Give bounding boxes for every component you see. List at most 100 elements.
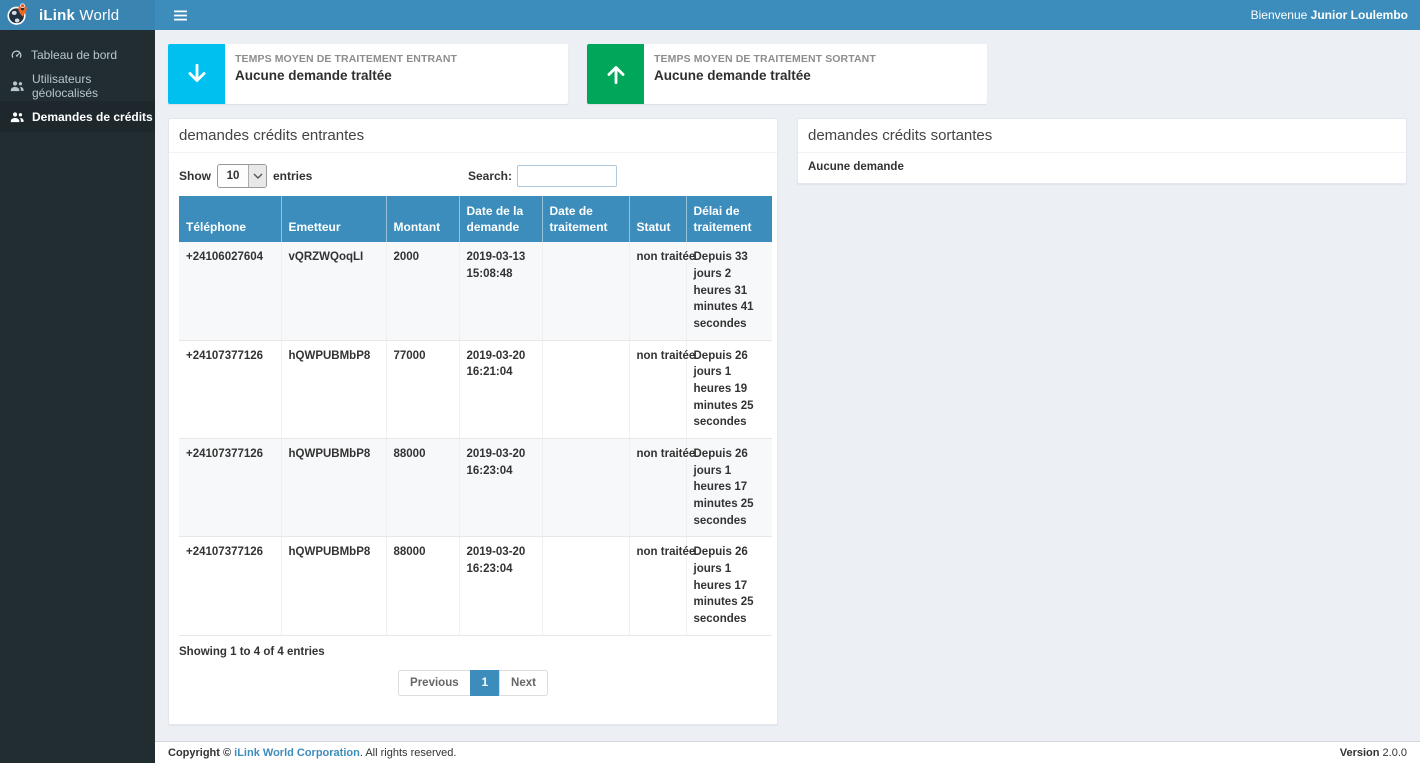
cell-date-demande: 2019-03-20 16:23:04 <box>459 439 542 537</box>
cell-date-traitement <box>542 537 629 635</box>
sidebar-item-utilisateurs-geolocalises[interactable]: Utilisateurs géolocalisés <box>0 70 155 101</box>
page-length-select[interactable]: 10 <box>217 164 267 188</box>
arrow-down-icon <box>184 61 210 87</box>
column-header-date-demande[interactable]: Date de la demande <box>459 196 542 242</box>
card-title: TEMPS MOYEN DE TRAITEMENT SORTANT <box>654 53 876 65</box>
search-label: Search: <box>468 169 512 183</box>
sidebar-item-demandes-de-credits[interactable]: Demandes de crédits <box>0 101 155 132</box>
table-row: +24107377126 hQWPUBMbP8 88000 2019-03-20… <box>179 537 772 635</box>
show-label: Show <box>179 169 211 183</box>
cell-statut: non traitée <box>629 537 686 635</box>
cell-delai: Depuis 26 jours 1 heures 19 minutes 25 s… <box>686 340 772 438</box>
sidebar-item-tableau-de-bord[interactable]: Tableau de bord <box>0 39 155 70</box>
empty-message: Aucune demande <box>808 161 1396 173</box>
cell-telephone: +24107377126 <box>179 340 281 438</box>
page-length-value: 10 <box>218 165 248 187</box>
cell-statut: non traitée <box>629 439 686 537</box>
version-label: Version <box>1340 747 1380 759</box>
company-link[interactable]: iLink World Corporation <box>234 747 360 759</box>
cell-emetteur: hQWPUBMbP8 <box>281 439 386 537</box>
table-header-row: Téléphone Emetteur Montant Date de la de… <box>179 196 772 242</box>
panel-demandes-sortantes: demandes crédits sortantes Aucune demand… <box>797 118 1407 184</box>
sidebar-item-label: Utilisateurs géolocalisés <box>32 72 155 100</box>
column-header-delai-traitement[interactable]: Délai de traitement <box>686 196 772 242</box>
globe-pin-logo-icon <box>6 3 30 27</box>
table-info: Showing 1 to 4 of 4 entries <box>179 636 767 658</box>
rights-text: . All rights reserved. <box>360 747 457 759</box>
sidebar: Tableau de bord Utilisateurs géolocalisé… <box>0 30 155 763</box>
cell-date-traitement <box>542 439 629 537</box>
brand-logo[interactable]: iLink World <box>0 0 155 30</box>
cell-telephone: +24106027604 <box>179 242 281 340</box>
column-header-emetteur[interactable]: Emetteur <box>281 196 386 242</box>
card-temps-moyen-entrant: TEMPS MOYEN DE TRAITEMENT ENTRANT Aucune… <box>168 44 568 104</box>
card-title: TEMPS MOYEN DE TRAITEMENT ENTRANT <box>235 53 457 65</box>
cell-delai: Depuis 26 jours 1 heures 17 minutes 25 s… <box>686 439 772 537</box>
copyright-text: Copyright © iLink World Corporation. All… <box>168 747 456 759</box>
table-row: +24106027604 vQRZWQoqLI 2000 2019-03-13 … <box>179 242 772 340</box>
card-message: Aucune demande traltée <box>654 68 876 83</box>
page-1-button[interactable]: 1 <box>470 670 500 696</box>
sidebar-item-label: Tableau de bord <box>31 48 117 62</box>
cell-date-traitement <box>542 340 629 438</box>
cell-date-demande: 2019-03-13 15:08:48 <box>459 242 542 340</box>
card-message: Aucune demande traltée <box>235 68 457 83</box>
column-header-date-traitement[interactable]: Date de traitement <box>542 196 629 242</box>
search-input[interactable] <box>517 165 617 187</box>
sidebar-item-label: Demandes de crédits <box>32 110 153 124</box>
brand-name: iLink World <box>39 7 119 24</box>
column-header-telephone[interactable]: Téléphone <box>179 196 281 242</box>
page-length-control: Show 10 entries <box>179 164 312 188</box>
panels-grid: demandes crédits entrantes Show 10 entri <box>168 118 1407 741</box>
cell-montant: 88000 <box>386 537 459 635</box>
panel-demandes-entrantes: demandes crédits entrantes Show 10 entri <box>168 118 778 725</box>
demandes-entrantes-table: Téléphone Emetteur Montant Date de la de… <box>179 196 772 636</box>
card-icon-box <box>587 44 644 104</box>
table-controls: Show 10 entries Search: <box>179 161 767 196</box>
table-row: +24107377126 hQWPUBMbP8 88000 2019-03-20… <box>179 439 772 537</box>
cell-montant: 88000 <box>386 439 459 537</box>
version-value: 2.0.0 <box>1379 747 1407 759</box>
card-temps-moyen-sortant: TEMPS MOYEN DE TRAITEMENT SORTANT Aucune… <box>587 44 987 104</box>
panel-title: demandes crédits sortantes <box>798 119 1406 153</box>
top-navbar: iLink World Bienvenue Junior Loulembo <box>0 0 1420 30</box>
hamburger-icon <box>173 10 188 21</box>
cell-telephone: +24107377126 <box>179 537 281 635</box>
search-control: Search: <box>468 165 617 187</box>
cell-emetteur: hQWPUBMbP8 <box>281 537 386 635</box>
content: TEMPS MOYEN DE TRAITEMENT ENTRANT Aucune… <box>155 30 1420 741</box>
panel-body: Show 10 entries Search: <box>169 153 777 724</box>
users-icon <box>10 80 24 92</box>
cell-delai: Depuis 33 jours 2 heures 31 minutes 41 s… <box>686 242 772 340</box>
main-area: TEMPS MOYEN DE TRAITEMENT ENTRANT Aucune… <box>155 30 1420 763</box>
sidebar-toggle-button[interactable] <box>167 4 193 26</box>
copyright-bold: Copyright © <box>168 747 234 759</box>
footer: Copyright © iLink World Corporation. All… <box>155 741 1420 763</box>
cell-date-demande: 2019-03-20 16:23:04 <box>459 537 542 635</box>
cell-delai: Depuis 26 jours 1 heures 17 minutes 25 s… <box>686 537 772 635</box>
welcome-message: Bienvenue Junior Loulembo <box>1251 8 1408 22</box>
card-text: TEMPS MOYEN DE TRAITEMENT ENTRANT Aucune… <box>225 44 467 104</box>
navbar: Bienvenue Junior Loulembo <box>155 0 1420 30</box>
chevron-down-icon <box>248 165 266 187</box>
column-header-statut[interactable]: Statut <box>629 196 686 242</box>
summary-cards-row: TEMPS MOYEN DE TRAITEMENT ENTRANT Aucune… <box>168 44 1407 104</box>
entries-label: entries <box>273 169 312 183</box>
card-text: TEMPS MOYEN DE TRAITEMENT SORTANT Aucune… <box>644 44 886 104</box>
cell-date-demande: 2019-03-20 16:21:04 <box>459 340 542 438</box>
next-page-button[interactable]: Next <box>499 670 548 696</box>
cell-montant: 2000 <box>386 242 459 340</box>
cell-montant: 77000 <box>386 340 459 438</box>
arrow-up-icon <box>603 61 629 87</box>
cell-emetteur: vQRZWQoqLI <box>281 242 386 340</box>
dashboard-icon <box>10 48 23 61</box>
panel-body: Aucune demande <box>798 153 1406 183</box>
pagination-wrap: Previous 1 Next <box>179 658 767 714</box>
version-text: Version 2.0.0 <box>1340 747 1407 759</box>
cell-date-traitement <box>542 242 629 340</box>
cell-statut: non traitée <box>629 242 686 340</box>
card-icon-box <box>168 44 225 104</box>
column-header-montant[interactable]: Montant <box>386 196 459 242</box>
previous-page-button[interactable]: Previous <box>398 670 471 696</box>
cell-statut: non traitée <box>629 340 686 438</box>
